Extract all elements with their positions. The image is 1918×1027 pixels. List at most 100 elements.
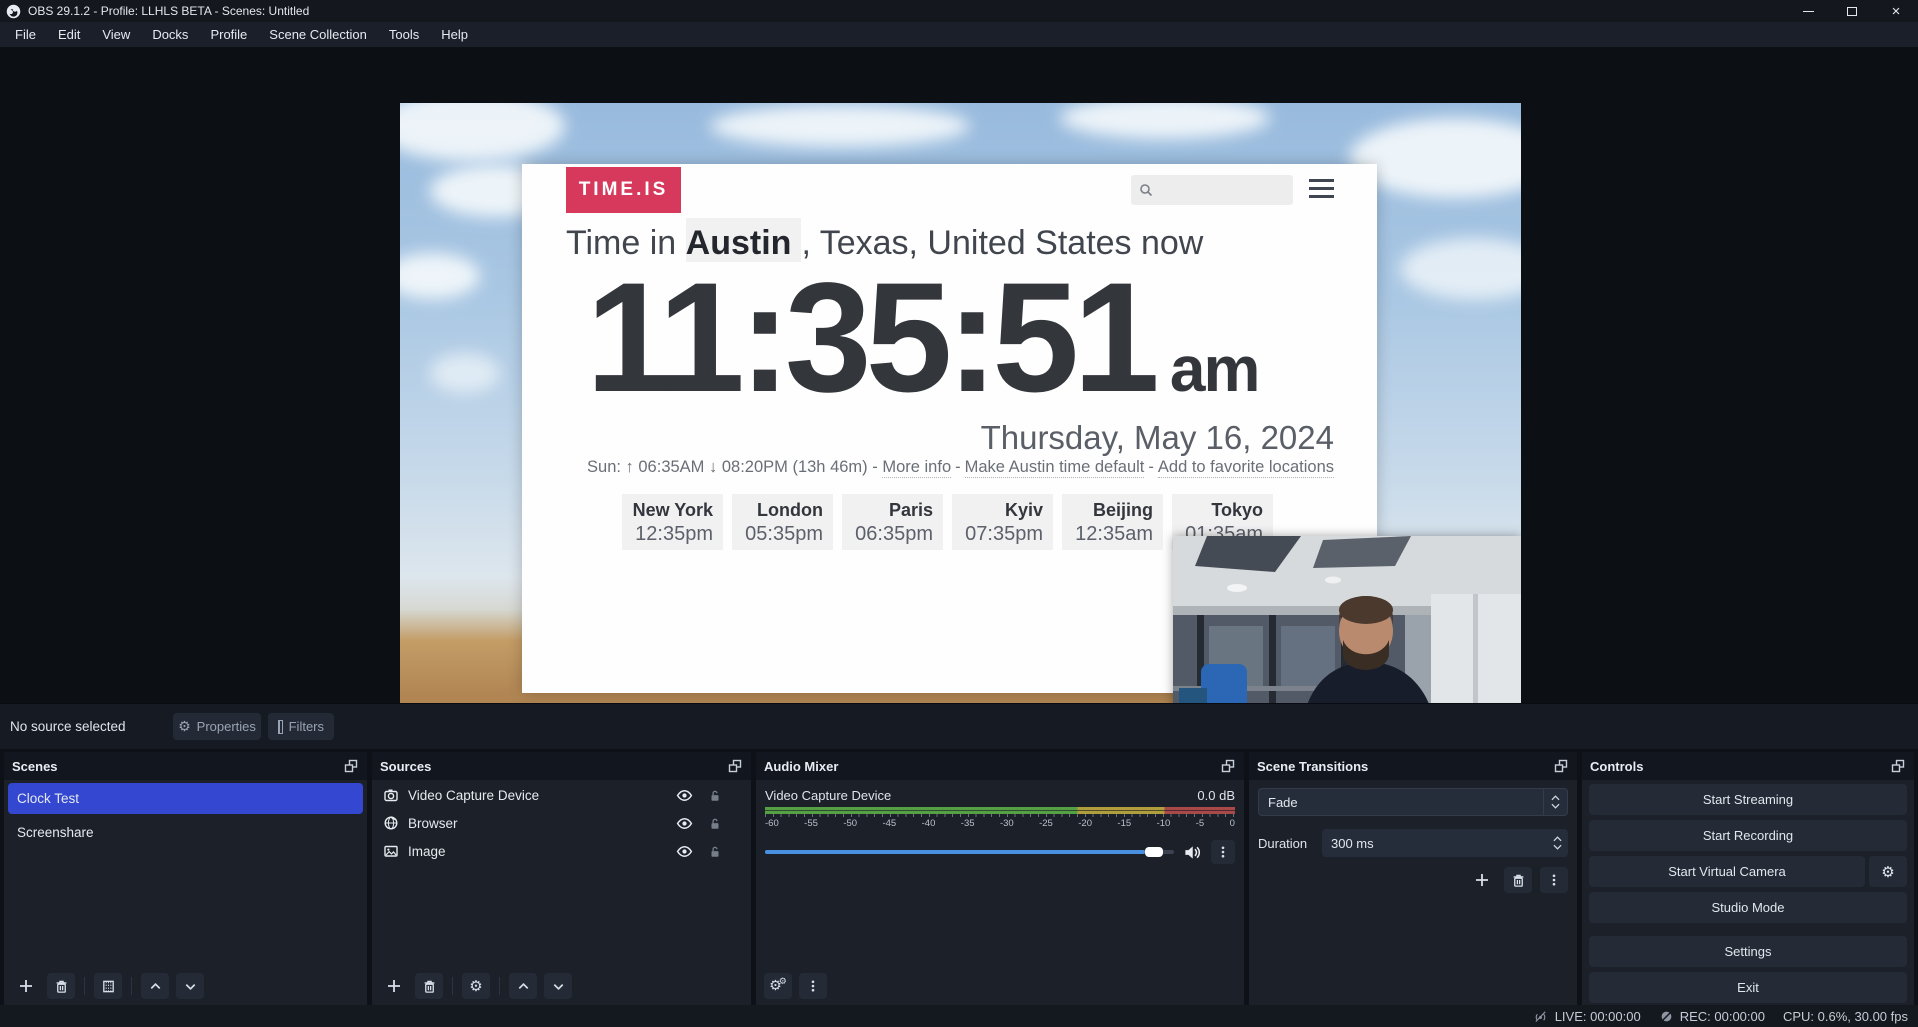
chevron-up-icon [1551, 795, 1560, 801]
kebab-menu-icon [1547, 873, 1561, 887]
mixer-menu-button[interactable] [799, 973, 827, 999]
add-transition-button[interactable] [1468, 867, 1496, 893]
mixer-channel-menu-button[interactable] [1211, 840, 1235, 864]
scene-transitions-panel: Scene Transitions Fade Duration 300 ms [1249, 752, 1577, 1005]
spinbox-arrows[interactable] [1546, 836, 1568, 850]
date-line: Thursday, May 16, 2024 [981, 419, 1334, 457]
obs-logo-icon [6, 4, 21, 19]
kebab-menu-icon [806, 979, 820, 993]
menu-profile[interactable]: Profile [199, 22, 258, 47]
cloud [710, 105, 970, 147]
window-title: OBS 29.1.2 - Profile: LLHLS BETA - Scene… [28, 4, 309, 18]
menu-file[interactable]: File [4, 22, 47, 47]
titlebar: OBS 29.1.2 - Profile: LLHLS BETA - Scene… [0, 0, 1918, 22]
globe-icon [383, 815, 399, 831]
duration-label: Duration [1258, 836, 1314, 851]
scenes-panel-header: Scenes [4, 752, 367, 780]
clock-display: 11:35:51 am [586, 260, 1258, 416]
source-row-image[interactable]: Image [376, 838, 747, 864]
menu-scene-collection[interactable]: Scene Collection [258, 22, 378, 47]
menu-docks[interactable]: Docks [141, 22, 199, 47]
mixer-toolbar: ⚙⚙ [756, 967, 1244, 1005]
studio-mode-button[interactable]: Studio Mode [1589, 892, 1907, 923]
mixer-channel-name: Video Capture Device [765, 788, 891, 803]
close-button[interactable]: × [1874, 0, 1918, 22]
add-scene-button[interactable] [12, 973, 40, 999]
move-source-up-button[interactable] [509, 973, 537, 999]
sources-panel-header: Sources [372, 752, 751, 780]
maximize-button[interactable] [1830, 0, 1874, 22]
sun-info-line: Sun: ↑ 06:35AM ↓ 08:20PM (13h 46m) - Mor… [587, 458, 1334, 477]
chevron-up-icon [1553, 836, 1562, 842]
start-recording-button[interactable]: Start Recording [1589, 820, 1907, 851]
volume-slider-fill [765, 850, 1145, 854]
controls-panel: Controls Start Streaming Start Recording… [1582, 752, 1914, 1005]
stream-inactive-icon [1532, 1009, 1549, 1024]
controls-header: Controls [1582, 752, 1914, 780]
visibility-eye-icon[interactable] [676, 815, 693, 832]
toolbar-separator [452, 977, 453, 995]
cloud [400, 253, 480, 299]
city-card: Beijing12:35am [1062, 494, 1163, 550]
minimize-button[interactable] [1786, 0, 1830, 22]
move-source-down-button[interactable] [544, 973, 572, 999]
scene-transitions-header: Scene Transitions [1249, 752, 1577, 780]
source-row-video-capture[interactable]: Video Capture Device [376, 782, 747, 808]
transition-select[interactable]: Fade [1258, 788, 1568, 816]
meter-tick-labels: -60-55-50-45-40-35-30-25-20-15-10-50 [765, 818, 1235, 829]
window-controls: × [1786, 0, 1918, 22]
scene-item-clock-test[interactable]: Clock Test [8, 783, 363, 814]
scene-item-screenshare[interactable]: Screenshare [8, 817, 363, 848]
lock-icon[interactable] [708, 788, 722, 803]
remove-transition-button[interactable] [1504, 867, 1532, 893]
menu-tools[interactable]: Tools [378, 22, 430, 47]
close-icon: × [1892, 4, 1901, 19]
menu-edit[interactable]: Edit [47, 22, 91, 47]
filter-icon [278, 720, 283, 734]
remove-scene-button[interactable] [47, 973, 75, 999]
properties-button[interactable]: ⚙ Properties [173, 713, 261, 740]
program-canvas[interactable]: TIME.IS Time in Austin, Texas, United St… [400, 103, 1521, 736]
city-card: Kyiv07:35pm [952, 494, 1053, 550]
move-scene-down-button[interactable] [176, 973, 204, 999]
move-scene-up-button[interactable] [141, 973, 169, 999]
virtual-camera-config-button[interactable]: ⚙ [1869, 856, 1907, 887]
meter-tick-marks [765, 814, 1235, 817]
menu-help[interactable]: Help [430, 22, 479, 47]
filters-button[interactable]: Filters [268, 713, 334, 740]
lock-icon[interactable] [708, 844, 722, 859]
start-streaming-button[interactable]: Start Streaming [1589, 784, 1907, 815]
toolbar-separator [499, 977, 500, 995]
source-row-browser[interactable]: Browser [376, 810, 747, 836]
volume-slider[interactable] [765, 850, 1174, 854]
scene-filters-button[interactable] [94, 973, 122, 999]
lock-icon[interactable] [708, 816, 722, 831]
obs-window: OBS 29.1.2 - Profile: LLHLS BETA - Scene… [0, 0, 1918, 1027]
context-bar: No source selected ⚙ Properties Filters [0, 703, 1918, 749]
transition-menu-button[interactable] [1540, 867, 1568, 893]
duration-spinbox[interactable]: 300 ms [1322, 829, 1568, 857]
speaker-icon[interactable] [1183, 843, 1202, 862]
menu-view[interactable]: View [91, 22, 141, 47]
dock-popout-icon [1553, 758, 1569, 774]
visibility-eye-icon[interactable] [676, 787, 693, 804]
preview-area: TIME.IS Time in Austin, Texas, United St… [0, 47, 1918, 703]
start-virtual-camera-button[interactable]: Start Virtual Camera [1589, 856, 1865, 887]
settings-button[interactable]: Settings [1589, 936, 1907, 967]
source-properties-button[interactable]: ⚙ [462, 973, 490, 999]
sources-toolbar: ⚙ [372, 967, 751, 1005]
remove-source-button[interactable] [415, 973, 443, 999]
gear-icon: ⚙ [178, 720, 191, 734]
visibility-eye-icon[interactable] [676, 843, 693, 860]
exit-button[interactable]: Exit [1589, 972, 1907, 1003]
advanced-audio-button[interactable]: ⚙⚙ [764, 973, 792, 999]
hamburger-menu-icon [1309, 179, 1334, 198]
maximize-icon [1847, 7, 1857, 16]
kebab-menu-icon [1216, 845, 1230, 859]
add-source-button[interactable] [380, 973, 408, 999]
statusbar: LIVE: 00:00:00 REC: 00:00:00 CPU: 0.6%, … [0, 1005, 1918, 1027]
camera-icon [383, 787, 399, 803]
make-default-link: Make Austin time default [965, 458, 1145, 478]
volume-slider-handle[interactable] [1145, 847, 1163, 857]
add-favorite-link: Add to favorite locations [1158, 458, 1334, 478]
